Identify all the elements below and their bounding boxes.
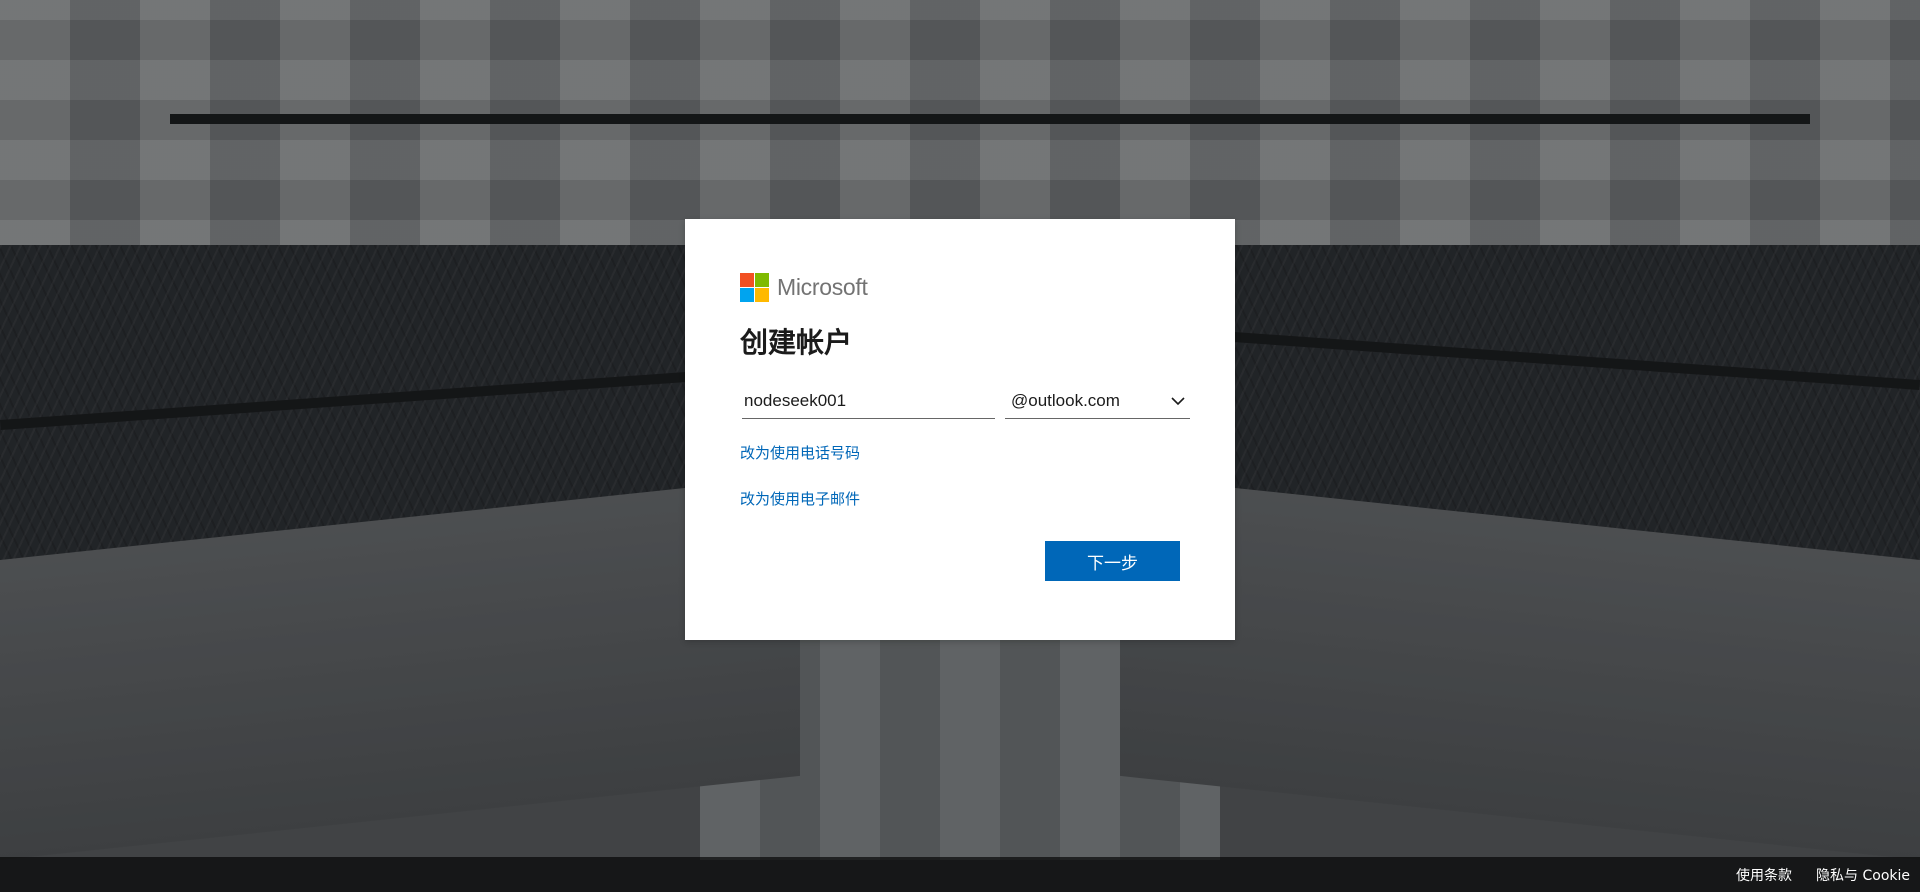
footer-bar: 使用条款 隐私与 Cookie — [0, 857, 1920, 892]
logo-wordmark: Microsoft — [777, 274, 868, 300]
next-button[interactable]: 下一步 — [1045, 541, 1180, 581]
use-email-link[interactable]: 改为使用电子邮件 — [740, 488, 860, 509]
terms-of-use-link[interactable]: 使用条款 — [1736, 865, 1792, 885]
use-phone-link[interactable]: 改为使用电话号码 — [740, 442, 860, 463]
domain-select[interactable]: @outlook.com — [1005, 383, 1190, 419]
logo-square-red — [740, 273, 754, 287]
privacy-cookies-link[interactable]: 隐私与 Cookie — [1816, 865, 1910, 885]
microsoft-logo-icon — [740, 273, 769, 302]
logo-square-blue — [740, 288, 754, 302]
domain-selected-value: @outlook.com — [1011, 390, 1120, 410]
microsoft-logo: Microsoft — [740, 273, 868, 302]
signup-dialog: Microsoft 创建帐户 @outlook.com 改为使用电话号码 改为使… — [685, 219, 1235, 640]
page-title: 创建帐户 — [740, 326, 853, 359]
logo-square-yellow — [755, 288, 769, 302]
username-input[interactable] — [742, 383, 995, 419]
chevron-down-icon — [1171, 396, 1185, 405]
logo-square-green — [755, 273, 769, 287]
